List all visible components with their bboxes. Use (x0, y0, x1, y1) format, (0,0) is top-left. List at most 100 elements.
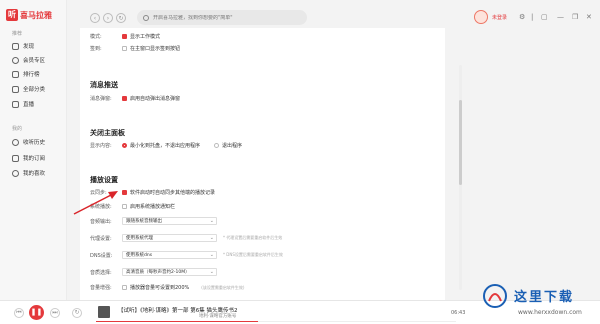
search-input[interactable] (153, 14, 293, 21)
watermark: 这里下载 www.herxxdown.com (478, 281, 600, 323)
login-label[interactable]: 未登录 (492, 14, 507, 21)
prev-button[interactable]: ⏮ (14, 308, 24, 318)
dns-select[interactable]: 使用系统dns ⌄ (122, 251, 217, 259)
sidebar-section-mine: 我的 (12, 126, 23, 132)
sidebar-item-label: 我的喜欢 (23, 171, 46, 177)
mode-row: 模式: 显示工作模式 (90, 33, 174, 40)
close-icon[interactable]: ✕ (586, 13, 592, 21)
cloud-sync-checkbox[interactable]: 软件启动时自动同步其他端的播放记录 (122, 189, 215, 196)
sidebar-item-subscribe[interactable]: 我的订阅 (12, 153, 45, 163)
home-icon (12, 42, 19, 50)
heart-icon (12, 169, 19, 177)
volume-boost-checkbox[interactable]: 播放器音量可设置到200% (122, 284, 189, 291)
close-option-tray[interactable]: 最小化到托盘，不退出应用程序 (122, 142, 200, 149)
sidebar-item-rank[interactable]: 排行榜 (12, 69, 40, 79)
audio-output-value: 跟随系统音频输出 (126, 219, 162, 224)
dns-hint: * DNS设置后需要重启软件后生效 (223, 252, 283, 257)
search-box[interactable] (137, 10, 307, 25)
progress-fill (96, 321, 258, 322)
quality-select[interactable]: 高清音质（每秒声音约2-10M） ⌄ (122, 268, 217, 276)
close-label: 显示内容: (90, 143, 112, 149)
settings-panel: 模式: 显示工作模式 签到: 在主窗口显示签到按钮 消息推送 消息弹窗: 启用自… (80, 28, 445, 300)
forward-button[interactable]: › (103, 13, 113, 23)
system-play-option-text: 启用系统播放通知栏 (130, 204, 176, 210)
mode-checkbox[interactable]: 显示工作模式 (122, 33, 160, 40)
chevron-down-icon: ⌄ (209, 235, 214, 241)
cloud-sync-option-text: 软件启动时自动同步其他端的播放记录 (130, 190, 216, 196)
close-option-exit[interactable]: 退出程序 (214, 142, 242, 149)
progress-bar[interactable] (96, 321, 456, 322)
back-button[interactable]: ‹ (90, 13, 100, 23)
signin-option-text: 在主窗口显示签到按钮 (130, 46, 181, 52)
volume-boost-option-text: 播放器音量可设置到200% (130, 285, 190, 291)
track-time: 06:43 (451, 310, 466, 316)
sidebar-item-label: 我的订阅 (23, 156, 46, 162)
sidebar-item-vip[interactable]: 会员专区 (12, 55, 45, 65)
mode-option-text: 显示工作模式 (130, 34, 161, 40)
close-section-title: 关闭主面板 (90, 129, 125, 137)
app-logo[interactable]: 听 喜马拉雅 (6, 9, 52, 21)
proxy-row: 代理设置: 使用系统代理 ⌄ * 代理设置后需要重启软件后生效 (90, 234, 282, 242)
radio-unselected[interactable] (214, 143, 220, 148)
user-area[interactable]: 未登录 (474, 10, 507, 24)
system-play-label: 系统播放: (90, 204, 112, 210)
checkbox-checked[interactable] (122, 96, 127, 101)
checkbox-checked[interactable] (122, 34, 127, 39)
maximize-icon[interactable]: ❐ (572, 13, 578, 21)
radio-selected[interactable] (122, 143, 127, 148)
dns-row: DNS设置: 使用系统dns ⌄ * DNS设置后需要重启软件后生效 (90, 251, 283, 259)
scrollbar[interactable] (459, 65, 462, 290)
divider-icon: | (531, 13, 534, 21)
minimize-icon[interactable]: — (557, 13, 564, 21)
sidebar-item-label: 发现 (23, 44, 35, 50)
refresh-button[interactable]: ↻ (116, 13, 126, 23)
grid-icon (12, 85, 19, 93)
quality-value: 高清音质（每秒声音约2-10M） (126, 270, 190, 275)
next-button[interactable]: ⏭ (50, 308, 60, 318)
checkbox-unchecked[interactable] (122, 285, 127, 290)
cloud-sync-row: 云同步: 软件启动时自动同步其他端的播放记录 (90, 189, 229, 196)
push-row: 消息弹窗: 启用自动弹出消息弹窗 (90, 95, 194, 102)
history-icon (12, 138, 19, 146)
sidebar-item-likes[interactable]: 我的喜欢 (12, 168, 45, 178)
loop-button[interactable]: ↻ (72, 308, 82, 318)
chevron-down-icon: ⌄ (209, 269, 214, 275)
push-section-title: 消息推送 (90, 81, 118, 89)
rank-icon (12, 70, 19, 78)
chevron-down-icon: ⌄ (209, 218, 214, 224)
search-icon (143, 14, 149, 21)
scrollbar-thumb[interactable] (459, 100, 462, 185)
proxy-select[interactable]: 使用系统代理 ⌄ (122, 234, 217, 242)
system-play-row: 系统播放: 启用系统播放通知栏 (90, 203, 189, 210)
sidebar-item-history[interactable]: 收听历史 (12, 137, 45, 147)
push-checkbox[interactable]: 启用自动弹出消息弹窗 (122, 95, 180, 102)
proxy-value: 使用系统代理 (126, 236, 153, 241)
checkbox-checked[interactable] (122, 190, 127, 195)
sidebar-item-label: 全部分类 (23, 87, 46, 93)
sidebar-item-label: 会员专区 (23, 58, 46, 64)
watermark-url: www.herxxdown.com (518, 309, 582, 316)
settings-icon[interactable]: ⚙ (519, 13, 525, 21)
mini-mode-icon[interactable]: ▢ (541, 13, 548, 21)
volume-boost-hint: (该设置需重启软件生效) (201, 284, 245, 290)
track-subtitle[interactable]: 地利·谋略官方账号 (199, 313, 236, 319)
pause-button[interactable]: ❚❚ (29, 305, 44, 320)
sidebar-item-discover[interactable]: 发现 (12, 41, 34, 51)
signin-checkbox[interactable]: 在主窗口显示签到按钮 (122, 45, 180, 52)
checkbox-unchecked[interactable] (122, 46, 127, 51)
sidebar: 听 喜马拉雅 推荐 发现 会员专区 排行榜 全部分类 直播 我的 收听历史 我的… (0, 0, 67, 300)
sidebar-item-categories[interactable]: 全部分类 (12, 84, 45, 94)
volume-boost-label: 音量增强: (90, 285, 112, 291)
close-option-text: 退出程序 (222, 143, 243, 149)
system-play-checkbox[interactable]: 启用系统播放通知栏 (122, 203, 175, 210)
close-row: 显示内容: 最小化到托盘，不退出应用程序 退出程序 (90, 142, 256, 149)
checkbox-unchecked[interactable] (122, 204, 127, 209)
watermark-text: 这里下载 (514, 290, 575, 305)
proxy-hint: * 代理设置后需要重启软件后生效 (223, 235, 283, 240)
sidebar-item-live[interactable]: 直播 (12, 99, 34, 109)
avatar[interactable] (474, 10, 488, 24)
logo-icon: 听 (6, 9, 18, 21)
audio-output-select[interactable]: 跟随系统音频输出 ⌄ (122, 217, 217, 225)
cloud-sync-label: 云同步: (90, 190, 107, 196)
track-cover[interactable] (98, 306, 110, 318)
